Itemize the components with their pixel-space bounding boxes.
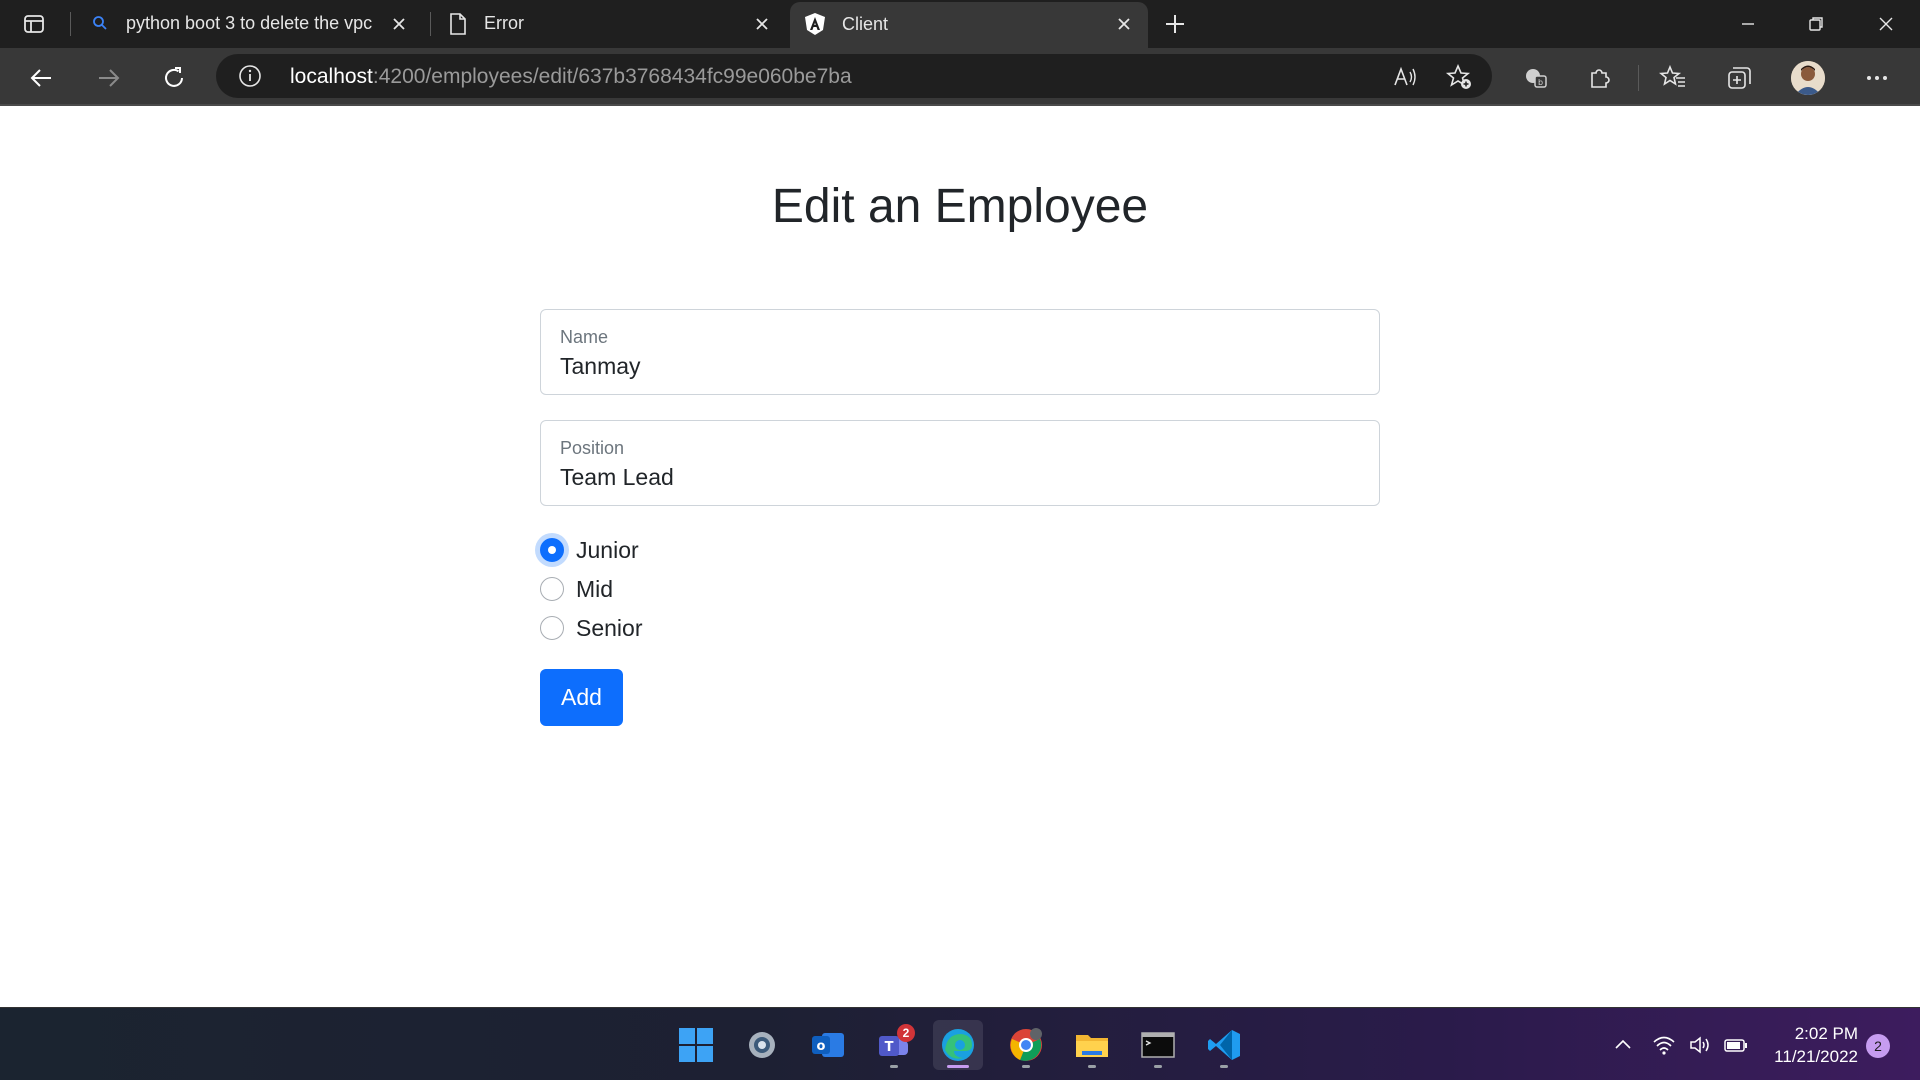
- close-window-icon[interactable]: [1866, 10, 1906, 38]
- running-indicator: [1154, 1065, 1162, 1068]
- tab-client[interactable]: Client: [790, 2, 1148, 48]
- junior-label[interactable]: Junior: [576, 537, 639, 564]
- url-host: localhost: [290, 65, 373, 88]
- teams-badge: 2: [897, 1024, 915, 1042]
- chrome-icon[interactable]: [1001, 1020, 1051, 1070]
- tab-separator: [430, 12, 431, 36]
- tab-title: Client: [842, 14, 889, 34]
- address-bar[interactable]: localhost:4200/employees/edit/637b376843…: [216, 54, 1492, 98]
- favorites-icon[interactable]: [1655, 60, 1691, 96]
- svg-text:T: T: [885, 1040, 894, 1055]
- add-button[interactable]: Add: [540, 669, 623, 726]
- tab-title: Error: [484, 13, 524, 33]
- tab-bar: python boot 3 to delete the vpc Error Cl…: [0, 0, 1920, 48]
- angular-icon: [804, 12, 826, 41]
- minimize-icon[interactable]: [1728, 10, 1768, 38]
- tab-error[interactable]: Error: [436, 0, 786, 48]
- level-option-mid[interactable]: Mid: [540, 574, 613, 604]
- chevron-up-icon[interactable]: [1609, 1032, 1637, 1058]
- more-options-icon[interactable]: [1859, 60, 1895, 96]
- new-tab-icon[interactable]: [1160, 10, 1190, 38]
- svg-text:b: b: [1538, 78, 1543, 87]
- refresh-icon[interactable]: [156, 60, 192, 96]
- page-content: Edit an Employee Name Tanmay Position Te…: [0, 107, 1920, 1007]
- tab-search[interactable]: python boot 3 to delete the vpc: [78, 0, 423, 48]
- back-icon[interactable]: [24, 60, 60, 96]
- name-input[interactable]: Tanmay: [560, 353, 641, 380]
- running-indicator: [1022, 1065, 1030, 1068]
- vscode-icon[interactable]: [1199, 1020, 1249, 1070]
- info-icon[interactable]: [238, 64, 262, 88]
- page-title: Edit an Employee: [771, 180, 1149, 233]
- running-indicator: [947, 1065, 969, 1068]
- read-aloud-icon[interactable]: [1390, 62, 1420, 92]
- teams-icon[interactable]: T 2: [869, 1020, 919, 1070]
- volume-icon[interactable]: [1686, 1032, 1714, 1058]
- close-tab-icon[interactable]: [752, 14, 772, 34]
- close-tab-icon[interactable]: [389, 14, 409, 34]
- tab-actions-icon[interactable]: [18, 10, 50, 38]
- position-label: Position: [560, 438, 625, 458]
- edge-icon[interactable]: [933, 1020, 983, 1070]
- collections-icon[interactable]: [1721, 60, 1757, 96]
- start-icon[interactable]: [671, 1020, 721, 1070]
- url-path: :4200/employees/edit/637b3768434fc99e060…: [372, 65, 852, 88]
- extension-icon[interactable]: b: [1518, 60, 1554, 96]
- mid-label[interactable]: Mid: [576, 576, 613, 603]
- system-clock[interactable]: 2:02 PM 11/21/2022: [1762, 1022, 1858, 1068]
- terminal-icon[interactable]: [1133, 1020, 1183, 1070]
- level-option-junior[interactable]: Junior: [540, 535, 639, 565]
- svg-text:o: o: [817, 1039, 826, 1054]
- name-field[interactable]: Name Tanmay: [540, 309, 1380, 395]
- document-icon: [448, 12, 468, 41]
- battery-icon[interactable]: [1722, 1032, 1750, 1058]
- mid-radio[interactable]: [540, 577, 564, 601]
- name-label: Name: [560, 327, 609, 347]
- clock-date: 11/21/2022: [1774, 1047, 1858, 1066]
- profile-avatar[interactable]: [1791, 61, 1825, 95]
- wifi-icon[interactable]: [1650, 1032, 1678, 1058]
- file-explorer-icon[interactable]: [1067, 1020, 1117, 1070]
- settings-gear-icon[interactable]: [737, 1020, 787, 1070]
- clock-time: 2:02 PM: [1794, 1024, 1858, 1043]
- outlook-icon[interactable]: o: [803, 1020, 853, 1070]
- search-icon: [92, 15, 108, 36]
- position-input[interactable]: Team Lead: [560, 464, 674, 491]
- level-option-senior[interactable]: Senior: [540, 613, 642, 643]
- close-tab-icon[interactable]: [1114, 14, 1134, 34]
- add-favorite-icon[interactable]: [1444, 62, 1474, 92]
- running-indicator: [1088, 1065, 1096, 1068]
- extensions-puzzle-icon[interactable]: [1582, 60, 1618, 96]
- running-indicator: [1220, 1065, 1228, 1068]
- tab-separator: [70, 12, 71, 36]
- senior-radio[interactable]: [540, 616, 564, 640]
- forward-icon[interactable]: [90, 60, 126, 96]
- toolbar-divider: [1638, 65, 1639, 91]
- junior-radio[interactable]: [540, 538, 564, 562]
- url-text: localhost:4200/employees/edit/637b376843…: [290, 65, 852, 89]
- taskbar: o T 2 2:02 PM 11/21/2022 2: [0, 1007, 1920, 1080]
- position-field[interactable]: Position Team Lead: [540, 420, 1380, 506]
- running-indicator: [890, 1065, 898, 1068]
- senior-label[interactable]: Senior: [576, 615, 642, 642]
- restore-icon[interactable]: [1796, 10, 1836, 38]
- browser-toolbar: localhost:4200/employees/edit/637b376843…: [0, 48, 1920, 106]
- notification-badge[interactable]: 2: [1866, 1034, 1890, 1058]
